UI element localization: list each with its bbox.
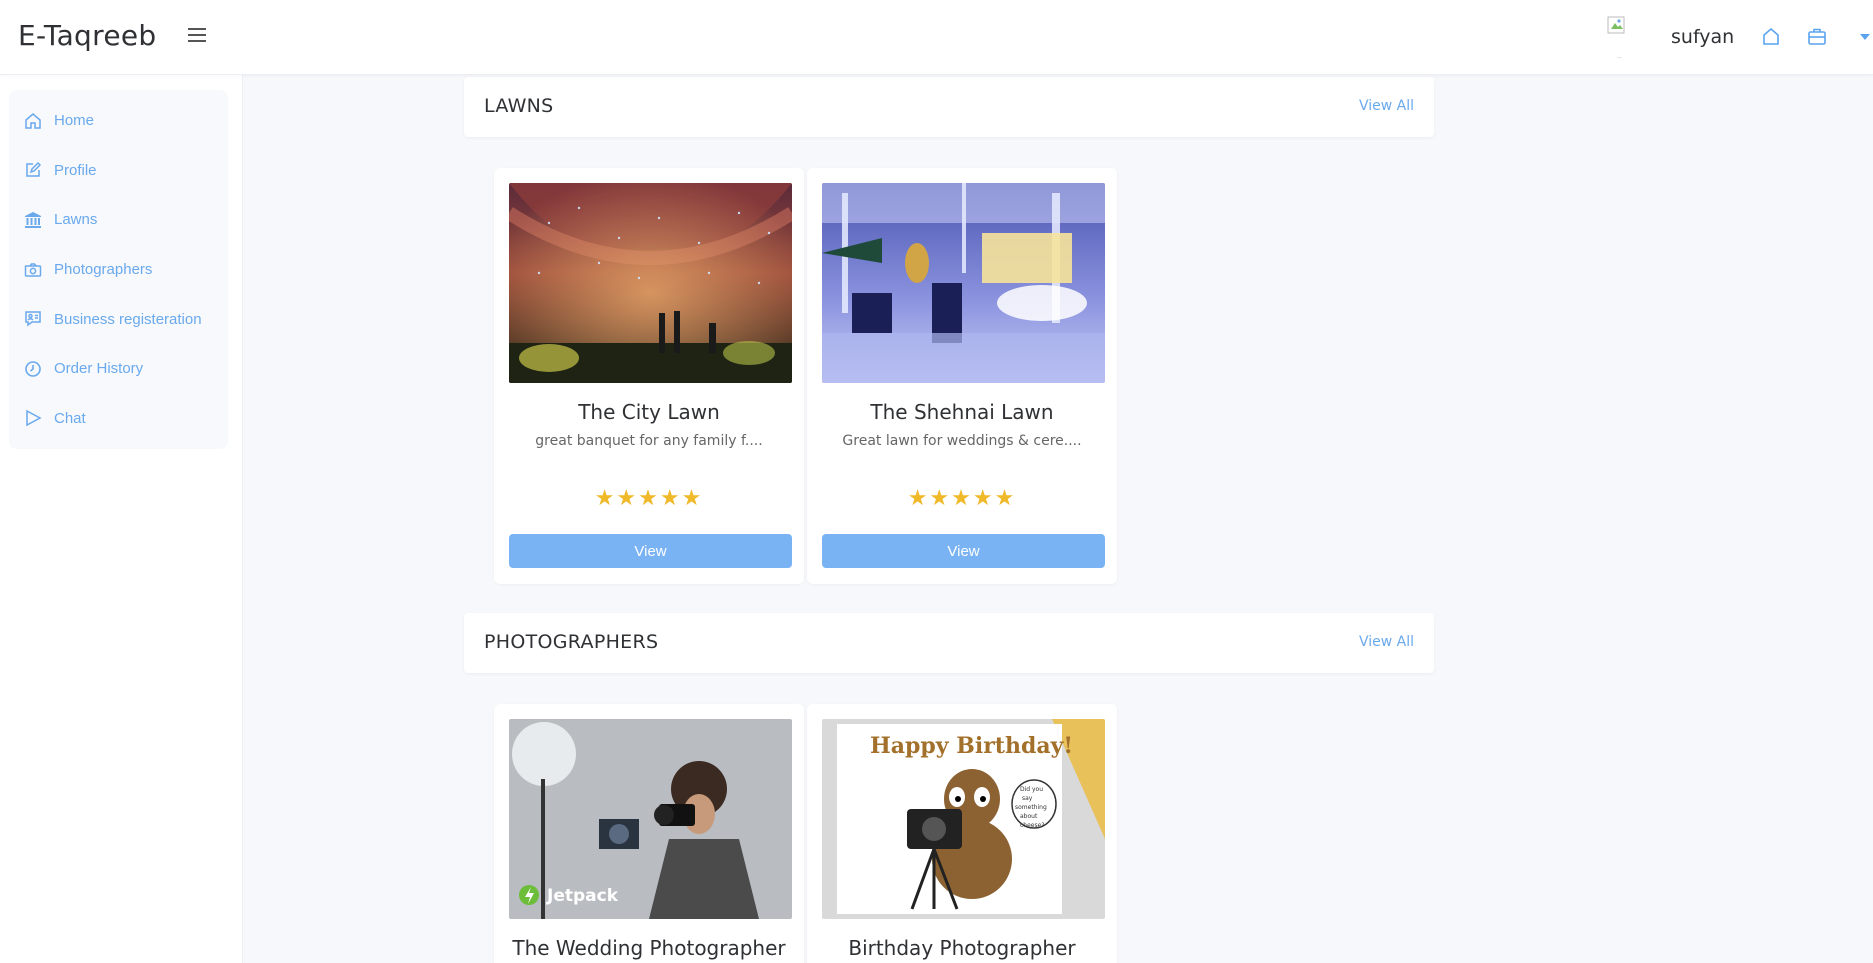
svg-text:···: ···	[1617, 55, 1622, 60]
card-title: Birthday Photographer	[848, 936, 1076, 960]
sidebar-item-profile[interactable]: Profile	[9, 146, 228, 196]
avatar[interactable]: ···	[1607, 16, 1635, 60]
sidebar-item-photographers[interactable]: Photographers	[9, 245, 228, 295]
caret-down-icon[interactable]	[1860, 34, 1870, 40]
rating-stars: ★★★★★	[907, 486, 1017, 511]
photographer-image[interactable]: Jetpack	[509, 719, 792, 919]
sidebar-item-home[interactable]: Home	[9, 96, 228, 146]
svg-text:Jetpack: Jetpack	[546, 886, 619, 906]
card-description: great banquet for any family f....	[535, 433, 763, 449]
photographer-card: Jetpack The Wedding Photographer	[494, 704, 804, 963]
sidebar-item-label: Order History	[54, 360, 144, 378]
view-lawn-button[interactable]: View	[509, 534, 792, 568]
sidebar-item-label: Chat	[54, 409, 86, 427]
camera-icon	[24, 262, 42, 277]
rating-stars: ★★★★★	[594, 486, 704, 511]
card-title: The Shehnai Lawn	[870, 400, 1054, 424]
sidebar-item-order-history[interactable]: Order History	[9, 344, 228, 394]
photographer-card: Happy Birthday! Did you say something ab…	[807, 704, 1117, 963]
chat-user-icon	[25, 311, 41, 327]
lawns-section-header: LAWNS View All	[464, 77, 1434, 137]
sidebar-item-label: Photographers	[54, 261, 153, 279]
clock-icon	[25, 360, 41, 377]
card-title: The Wedding Photographer	[512, 936, 786, 960]
section-title: PHOTOGRAPHERS	[484, 631, 659, 653]
card-description: Great lawn for weddings & cere....	[842, 433, 1082, 449]
lawn-card: The City Lawn great banquet for any fami…	[494, 168, 804, 584]
sidebar-item-lawns[interactable]: Lawns	[9, 195, 228, 245]
lawn-card: The Shehnai Lawn Great lawn for weddings…	[807, 168, 1117, 584]
photographers-section-header: PHOTOGRAPHERS View All	[464, 613, 1434, 673]
svg-text:about: about	[1020, 813, 1038, 820]
svg-text:cheese?: cheese?	[1020, 822, 1045, 829]
card-title: The City Lawn	[578, 400, 720, 424]
sidebar-item-label: Profile	[54, 161, 97, 179]
send-icon	[26, 410, 42, 427]
briefcase-icon[interactable]	[1807, 25, 1827, 47]
brand-logo[interactable]: E-Taqreeb	[18, 19, 156, 52]
svg-text:Happy Birthday!: Happy Birthday!	[870, 733, 1073, 759]
sidebar-item-label: Home	[54, 112, 95, 130]
top-header: E-Taqreeb ··· sufyan	[0, 0, 1873, 75]
section-title: LAWNS	[484, 95, 554, 117]
svg-text:say: say	[1022, 795, 1033, 802]
lawn-image[interactable]	[822, 183, 1105, 383]
username[interactable]: sufyan	[1671, 26, 1734, 48]
home-icon[interactable]	[1761, 25, 1781, 47]
home-icon	[25, 112, 41, 129]
sidebar-item-label: Business registeration	[54, 310, 202, 328]
lawn-image[interactable]	[509, 183, 792, 383]
bank-icon	[25, 211, 41, 228]
view-all-lawns-link[interactable]: View All	[1359, 98, 1414, 114]
sidebar: Home Profile Lawns Photographers Busines…	[0, 75, 243, 963]
svg-text:something: something	[1015, 804, 1047, 811]
sidebar-nav: Home Profile Lawns Photographers Busines…	[9, 90, 228, 450]
photographer-image[interactable]: Happy Birthday! Did you say something ab…	[822, 719, 1105, 919]
view-lawn-button[interactable]: View	[822, 534, 1105, 568]
view-all-photographers-link[interactable]: View All	[1359, 634, 1414, 650]
sidebar-item-label: Lawns	[54, 211, 98, 229]
menu-icon[interactable]	[188, 28, 206, 44]
sidebar-item-business-registration[interactable]: Business registeration	[9, 294, 228, 344]
sidebar-item-chat[interactable]: Chat	[9, 394, 228, 444]
edit-icon	[26, 162, 42, 178]
svg-text:Did you: Did you	[1020, 786, 1043, 793]
